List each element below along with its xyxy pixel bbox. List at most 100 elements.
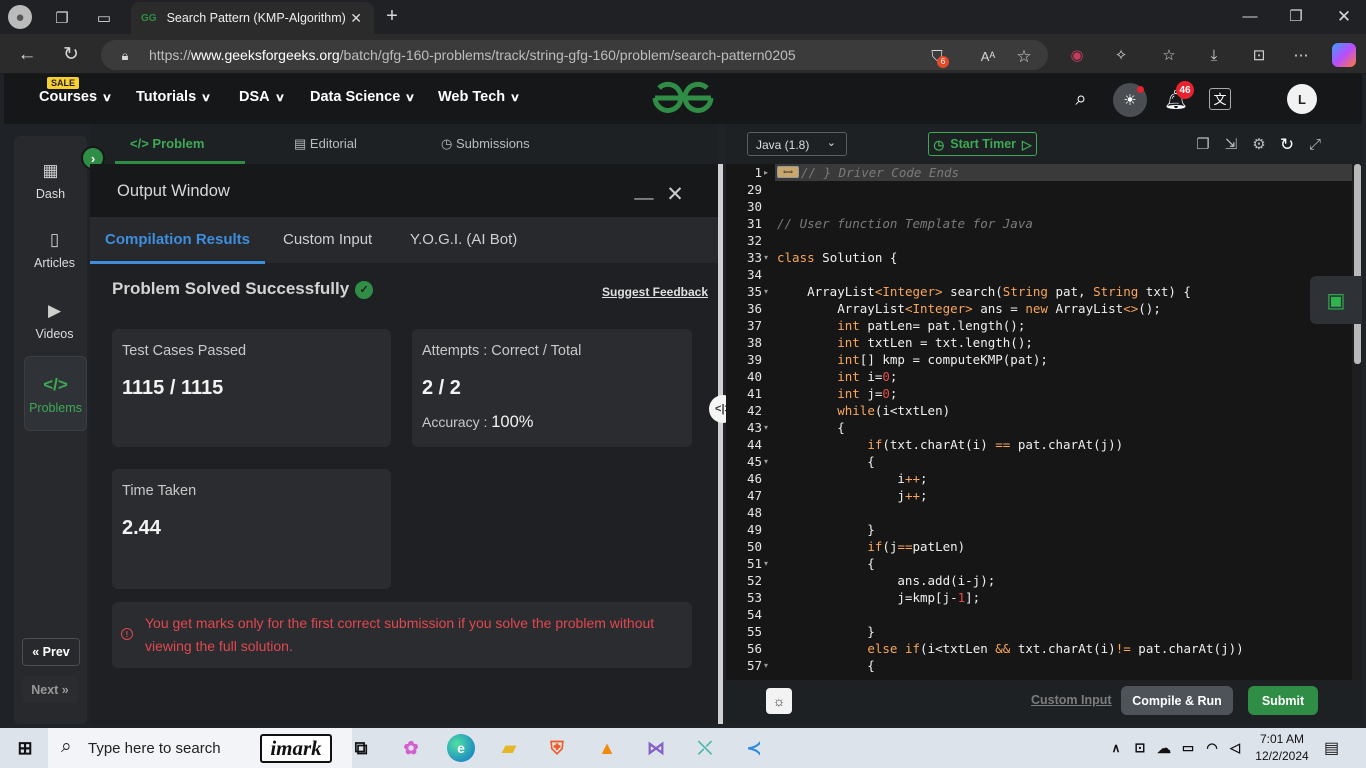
line-number: 55 bbox=[746, 624, 762, 639]
tab-problem[interactable]: </> Problem bbox=[130, 136, 204, 151]
notification-center-icon[interactable]: ▤ bbox=[1324, 738, 1339, 758]
onedrive-icon[interactable]: ☁ bbox=[1154, 735, 1174, 761]
favorites-icon[interactable]: ☆ bbox=[1158, 44, 1180, 66]
nav-dsa[interactable]: DSA ∨ bbox=[239, 89, 285, 105]
import-icon[interactable]: ⇲ bbox=[1222, 135, 1240, 153]
notification-badge: 46 bbox=[1176, 81, 1194, 99]
clock[interactable]: 7:01 AM 12/2/2024 bbox=[1252, 731, 1312, 765]
copilot-app-icon[interactable]: ✿ bbox=[398, 735, 424, 761]
tab-custom-input[interactable]: Custom Input bbox=[283, 231, 372, 248]
lightbulb-icon[interactable]: ☼ bbox=[766, 688, 792, 714]
folded-region-icon[interactable]: ⟺ bbox=[777, 166, 799, 178]
next-button[interactable]: Next » bbox=[22, 676, 78, 703]
profile-icon[interactable]: ● bbox=[8, 5, 32, 29]
gfg-logo[interactable] bbox=[650, 80, 716, 116]
new-tab-icon[interactable]: + bbox=[382, 6, 402, 26]
tray-app-icon[interactable]: ⊡ bbox=[1130, 735, 1150, 761]
vscode-icon[interactable]: ≺ bbox=[741, 735, 767, 761]
windows-start-icon[interactable]: ⊞ bbox=[12, 735, 38, 761]
editor-scrollbar[interactable] bbox=[1352, 164, 1362, 680]
chat-bubble-icon[interactable]: ▣ bbox=[1310, 276, 1362, 324]
browser-tab-active[interactable]: GG Search Pattern (KMP-Algorithm) | ✕ bbox=[131, 2, 374, 34]
avatar[interactable]: L bbox=[1287, 84, 1317, 114]
vlc-icon[interactable]: ▲ bbox=[594, 735, 620, 761]
status-heading: Problem Solved Successfully ✓ bbox=[112, 279, 374, 299]
nav-tutorials[interactable]: Tutorials ∨ bbox=[136, 89, 211, 105]
fullscreen-icon[interactable]: ⤢ bbox=[1306, 135, 1324, 153]
close-tab-icon[interactable]: ✕ bbox=[350, 10, 362, 27]
minimize-output-icon[interactable]: __ bbox=[634, 180, 654, 200]
tab-yogi-ai-bot[interactable]: Y.O.G.I. (AI Bot) bbox=[410, 231, 517, 248]
sidebar-item-videos[interactable]: ▶ Videos bbox=[18, 301, 91, 341]
nav-data-science[interactable]: Data Science ∨ bbox=[310, 89, 416, 105]
custom-input-link[interactable]: Custom Input bbox=[1031, 693, 1112, 707]
fold-arrow-icon[interactable]: ▾ bbox=[764, 457, 768, 466]
chevron-down-icon: ⌄ bbox=[826, 137, 836, 149]
downloads-icon[interactable]: ⤓ bbox=[1203, 44, 1225, 66]
settings-icon[interactable]: ⚙ bbox=[1250, 135, 1268, 153]
edge-icon[interactable]: e bbox=[447, 734, 475, 762]
restore-icon[interactable]: ❐ bbox=[1286, 6, 1306, 26]
extensions-icon[interactable]: ✧ bbox=[1110, 44, 1132, 66]
fold-arrow-icon[interactable]: ▾ bbox=[764, 661, 768, 670]
tab-submissions[interactable]: ◷ Submissions bbox=[441, 136, 530, 152]
search-icon[interactable]: ⌕ bbox=[1070, 88, 1092, 110]
sidebar-item-problems[interactable]: </> Problems bbox=[19, 375, 92, 415]
tab-compilation-results[interactable]: Compilation Results bbox=[105, 231, 250, 248]
wifi-icon[interactable]: ◠ bbox=[1202, 735, 1222, 761]
nav-courses[interactable]: Courses ∨ bbox=[39, 89, 112, 105]
copilot-icon[interactable] bbox=[1332, 43, 1356, 67]
pane-divider[interactable] bbox=[718, 164, 723, 724]
file-explorer-icon[interactable]: ▰ bbox=[496, 735, 522, 761]
suggest-feedback-link[interactable]: Suggest Feedback bbox=[602, 285, 708, 299]
accuracy: Accuracy : 100% bbox=[422, 413, 534, 431]
address-bar[interactable]: 🔒︎ https://www.geeksforgeeks.org/batch/g… bbox=[101, 40, 1048, 70]
code-line: { bbox=[777, 454, 875, 469]
screenshot-icon[interactable]: ⊡ bbox=[1248, 44, 1270, 66]
sidebar-item-articles[interactable]: ▯ Articles bbox=[18, 230, 91, 270]
compile-run-button[interactable]: Compile & Run bbox=[1121, 686, 1233, 715]
lock-icon[interactable]: 🔒︎ bbox=[117, 47, 133, 63]
start-timer-button[interactable]: ◷ Start Timer ▷ bbox=[928, 132, 1037, 156]
theme-toggle-button[interactable]: ☀ bbox=[1113, 83, 1147, 117]
fold-arrow-icon[interactable]: ▾ bbox=[764, 423, 768, 432]
copy-icon[interactable]: ❐ bbox=[1194, 135, 1212, 153]
submit-button[interactable]: Submit bbox=[1248, 686, 1318, 715]
output-header: Output Window __ ✕ bbox=[90, 164, 718, 217]
volume-icon[interactable]: ◁ bbox=[1225, 735, 1245, 761]
extension-record-icon[interactable]: ◉ bbox=[1066, 44, 1088, 66]
window-close-icon[interactable]: ✕ bbox=[1334, 5, 1354, 27]
refresh-icon[interactable]: ↻ bbox=[60, 43, 82, 65]
prev-button[interactable]: « Prev bbox=[22, 638, 80, 666]
tab-editorial[interactable]: ▤ Editorial bbox=[294, 136, 357, 152]
task-view-icon[interactable]: ⧉ bbox=[348, 735, 374, 761]
reset-icon[interactable]: ↻ bbox=[1278, 135, 1296, 153]
workspaces-icon[interactable]: ❐ bbox=[52, 8, 72, 28]
scrollbar-thumb[interactable] bbox=[1354, 164, 1361, 364]
close-output-icon[interactable]: ✕ bbox=[664, 183, 686, 205]
fold-arrow-icon[interactable]: ▸ bbox=[764, 168, 768, 177]
tab-actions-icon[interactable]: ▭ bbox=[94, 8, 114, 28]
fold-arrow-icon[interactable]: ▾ bbox=[764, 559, 768, 568]
read-aloud-icon[interactable]: Aᴬ bbox=[977, 46, 999, 66]
minimize-icon[interactable]: — bbox=[1240, 6, 1260, 26]
language-select[interactable]: Java (1.8) ⌄ bbox=[747, 132, 847, 156]
brave-icon[interactable]: ⛨ bbox=[544, 735, 570, 761]
more-menu-icon[interactable]: ⋯ bbox=[1290, 44, 1312, 66]
fold-arrow-icon[interactable]: ▾ bbox=[764, 287, 768, 296]
back-icon[interactable]: ← bbox=[16, 43, 38, 65]
fold-arrow-icon[interactable]: ▾ bbox=[764, 253, 768, 262]
battery-icon[interactable]: ▭ bbox=[1178, 735, 1198, 761]
code-line: ArrayList<Integer> ans = new ArrayList<>… bbox=[777, 301, 1161, 316]
chevron-up-icon[interactable]: ∧ bbox=[1106, 735, 1126, 761]
add-favorite-icon[interactable]: ☆ bbox=[1013, 46, 1035, 66]
visual-studio-icon[interactable]: ⋈ bbox=[643, 735, 669, 761]
sidebar-item-dash[interactable]: ▦ Dash bbox=[14, 161, 87, 201]
translate-icon[interactable]: 文 bbox=[1209, 88, 1231, 110]
tab-title: Search Pattern (KMP-Algorithm) | bbox=[166, 11, 347, 25]
code-line: if(txt.charAt(i) == pat.charAt(j)) bbox=[867, 437, 1124, 452]
line-number: 1 bbox=[754, 165, 762, 180]
nav-web-tech[interactable]: Web Tech ∨ bbox=[438, 89, 520, 105]
app-icon[interactable]: ⤬ bbox=[692, 735, 718, 761]
code-editor[interactable]: 1 ▸ 29 30 31 32 33 ▾ 34 35 ▾ 36 37 38 39 40 41 42 43 ▾ 44 45 ▾… bbox=[726, 164, 1352, 680]
